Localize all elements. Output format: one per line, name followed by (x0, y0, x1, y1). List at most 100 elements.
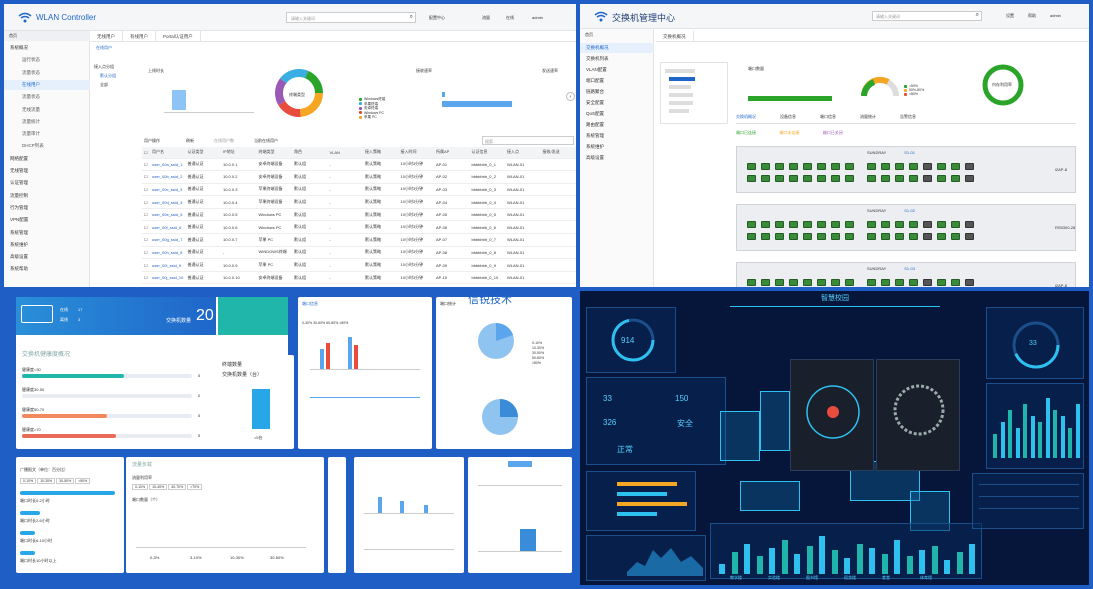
port[interactable] (881, 221, 890, 228)
online-count-button[interactable]: 在线用户数 (214, 138, 234, 144)
table-row[interactable]: ☐ user_00c_ssid_3 普通认证 10.0.0.3 苹果终端设备 默认组 - 默认… (142, 183, 576, 197)
column-header[interactable]: 角色 (292, 147, 328, 159)
table-row[interactable]: ☐ user_00g_ssid_7 普通认证 10.0.0.7 苹果 PC 默认组 - 默认策… (142, 233, 576, 247)
port[interactable] (937, 163, 946, 170)
port[interactable] (845, 163, 854, 170)
switch-panel[interactable]: SUNDRAY S1-02 RS5300-28 (736, 204, 1076, 251)
column-header[interactable]: 接入点 (505, 147, 541, 159)
row-checkbox[interactable]: ☐ (142, 170, 150, 184)
table-row[interactable]: ☐ user_00a_ssid_1 普通认证 10.0.0.1 安卓终端设备 默认组 - 默认… (142, 158, 576, 172)
sidebar-2-item-2[interactable]: VLAN配置 (580, 65, 654, 75)
sidebar-item-14[interactable]: VPN配置 (4, 215, 90, 225)
port[interactable] (775, 279, 784, 286)
row-tab-2[interactable]: 端口信息 (820, 114, 836, 119)
port[interactable] (965, 279, 974, 286)
tree-all[interactable]: 全部 (94, 82, 138, 91)
row-tab-1[interactable]: 设备信息 (780, 114, 796, 119)
table-cell[interactable]: user_00d_ssid_4 (150, 195, 186, 209)
port[interactable] (803, 175, 812, 182)
sidebar-2-item-7[interactable]: 路由配置 (580, 120, 654, 130)
row-checkbox[interactable]: ☐ (142, 258, 150, 272)
port[interactable] (845, 279, 854, 286)
port[interactable] (831, 221, 840, 228)
port[interactable] (951, 163, 960, 170)
admin-link-2[interactable]: admin (1050, 13, 1061, 18)
table-row[interactable]: ☐ user_00e_ssid_5 普通认证 10.0.0.5 Windows PC 默认… (142, 208, 576, 222)
row-checkbox[interactable]: ☐ (142, 195, 150, 209)
row-checkbox[interactable]: ☐ (142, 271, 150, 285)
sidebar-item-1[interactable]: 运行状态 (4, 55, 90, 65)
port[interactable] (803, 279, 812, 286)
table-row[interactable]: ☐ user_00h_ssid_8 普通认证 - WINDOWS终端 默认组 - 默认策略 10… (142, 246, 576, 260)
port[interactable] (881, 279, 890, 286)
sidebar-item-12[interactable]: 流量控制 (4, 191, 90, 201)
port[interactable] (775, 175, 784, 182)
sidebar-item-11[interactable]: 认证管理 (4, 178, 90, 188)
port[interactable] (867, 221, 876, 228)
column-header[interactable]: IP地址 (221, 147, 257, 159)
port[interactable] (909, 221, 918, 228)
sidebar-item-15[interactable]: 系统管理 (4, 228, 90, 238)
sidebar-2-item-5[interactable]: 安全配置 (580, 98, 654, 108)
port[interactable] (803, 233, 812, 240)
port[interactable] (817, 163, 826, 170)
sidebar-item-2[interactable]: 流量状态 (4, 68, 90, 78)
row-tab-3[interactable]: 流量统计 (860, 114, 876, 119)
port[interactable] (831, 163, 840, 170)
port[interactable] (965, 233, 974, 240)
port[interactable] (909, 233, 918, 240)
column-header[interactable]: 终端类型 (256, 147, 292, 159)
port[interactable] (789, 279, 798, 286)
tab-switch-overview[interactable]: 交换机概况 (656, 31, 694, 42)
table-cell[interactable]: user_00k_ssid_11 (150, 283, 186, 287)
port[interactable] (937, 175, 946, 182)
port[interactable] (895, 233, 904, 240)
user-ops-button[interactable]: 用户操作 (144, 138, 160, 144)
port[interactable] (965, 221, 974, 228)
column-header[interactable]: VLAN (327, 147, 363, 159)
port[interactable] (845, 175, 854, 182)
sidebar-item-17[interactable]: 高级设置 (4, 252, 90, 262)
column-header[interactable]: 认证类型 (185, 147, 221, 159)
search-icon[interactable]: ⌕ (410, 14, 413, 21)
port[interactable] (817, 279, 826, 286)
port[interactable] (951, 233, 960, 240)
refresh-button[interactable]: 刷新 (186, 138, 194, 144)
port[interactable] (775, 163, 784, 170)
port[interactable] (803, 163, 812, 170)
table-row[interactable]: ☐ user_00j_ssid_10 普通认证 10.0.0.10 安卓终端设备 默认组 -… (142, 271, 576, 285)
table-cell[interactable]: user_00a_ssid_1 (150, 158, 186, 172)
table-row[interactable]: ☐ user_00f_ssid_6 普通认证 10.0.0.6 Windows PC 默认… (142, 220, 576, 235)
sidebar-2-item-1[interactable]: 交换机列表 (580, 54, 654, 64)
port[interactable] (895, 163, 904, 170)
port[interactable] (965, 175, 974, 182)
table-cell[interactable]: user_00j_ssid_10 (150, 271, 186, 285)
sidebar-2-item-9[interactable]: 系统维护 (580, 142, 654, 152)
sidebar-item-3[interactable]: 在线用户 (4, 79, 90, 90)
sidebar-item-5[interactable]: 无线流量 (4, 105, 90, 115)
tab-portal-users[interactable]: Portal认证用户 (156, 31, 201, 42)
search-input-2[interactable]: 请输入关键词 ⌕ (872, 11, 982, 21)
port[interactable] (923, 163, 932, 170)
sidebar-2-item-6[interactable]: QoS配置 (580, 109, 654, 119)
tree-root[interactable]: 接入点分组 (94, 64, 138, 73)
port[interactable] (761, 175, 770, 182)
column-header[interactable]: 认证信息 (469, 147, 505, 159)
row-checkbox[interactable]: ☐ (142, 246, 150, 260)
port[interactable] (909, 163, 918, 170)
sidebar-item-6[interactable]: 流量统计 (4, 117, 90, 127)
switch-panel[interactable]: SUNDRAY S1-03 i2AP-8 (736, 262, 1076, 287)
camera-popup-2[interactable] (876, 359, 960, 471)
table-cell[interactable]: user_00h_ssid_8 (150, 246, 186, 260)
admin-user-link[interactable]: admin (532, 15, 543, 20)
row-checkbox[interactable]: ☐ (142, 183, 150, 197)
table-cell[interactable]: user_00b_ssid_2 (150, 170, 186, 184)
port[interactable] (747, 163, 756, 170)
port[interactable] (775, 233, 784, 240)
column-header[interactable]: 接入策略 (363, 147, 399, 159)
tab-home[interactable]: 首页 (9, 33, 17, 38)
row-checkbox[interactable]: ☐ (142, 158, 150, 172)
sidebar-item-7[interactable]: 流量审计 (4, 129, 90, 139)
port[interactable] (895, 175, 904, 182)
port[interactable] (923, 279, 932, 286)
